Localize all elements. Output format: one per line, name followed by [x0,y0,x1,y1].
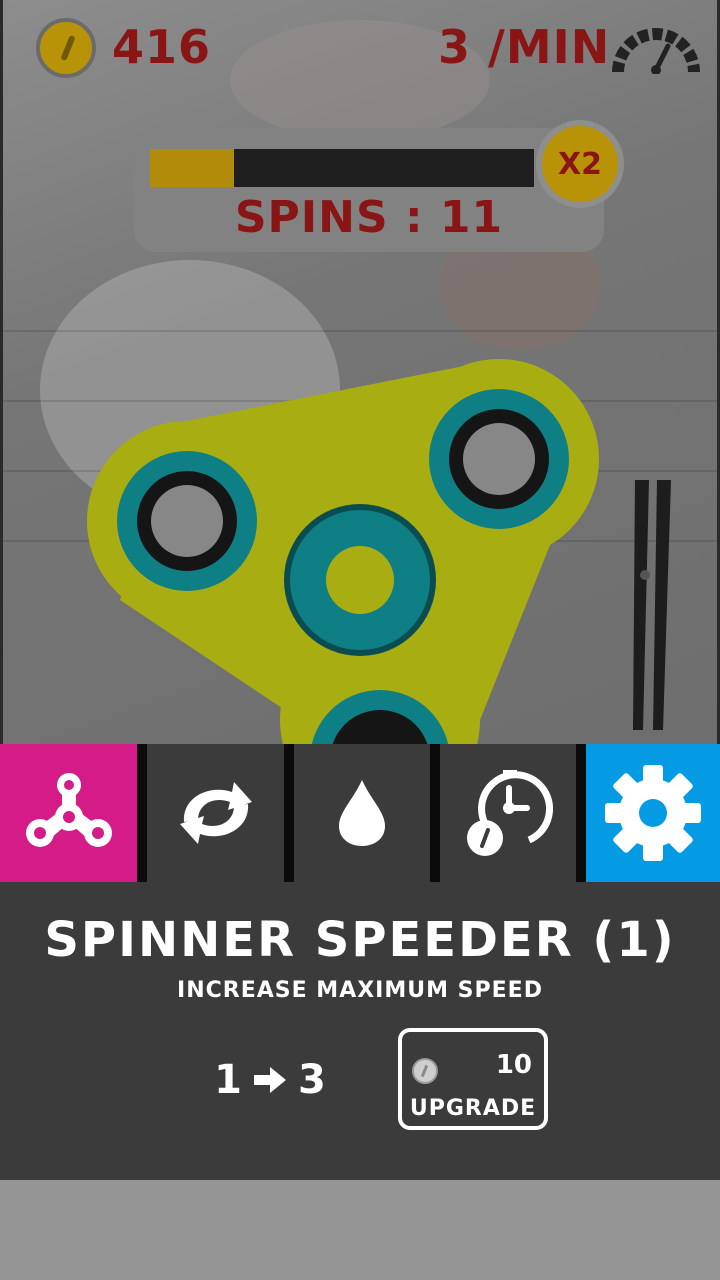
refresh-tab[interactable] [147,744,284,882]
upgrade-button[interactable]: 10 UPGRADE [398,1028,548,1130]
water-drop-icon [339,780,385,846]
coin-count: 416 [112,20,212,74]
spinner-tab[interactable] [0,744,137,882]
settings-tab[interactable] [586,744,720,882]
spins-counter: SPINS : 11 [234,192,504,243]
timer-tab[interactable] [440,744,576,882]
upgrade-description: INCREASE MAXIMUM SPEED [177,978,543,1003]
next-level: 3 [298,1057,326,1103]
fidget-spinner-icon [25,773,112,847]
coin-icon [36,18,96,78]
speedometer-icon [612,28,700,74]
current-level: 1 [214,1057,242,1103]
spinner-center [284,504,436,656]
timer-coin-icon [467,770,553,856]
refresh-icon [179,782,252,844]
upgrade-panel: SPINNER SPEEDER (1) INCREASE MAXIMUM SPE… [0,882,720,1180]
upgrade-tab-bar [0,744,720,882]
spin-rate: 3 /MIN [438,20,611,74]
upgrade-levels: 1 3 [200,1050,340,1110]
frame-edge [0,0,3,744]
arrow-right-icon [254,1067,286,1093]
spin-progress-fill [150,149,234,187]
multiplier-badge[interactable]: X2 [536,120,624,208]
gear-icon [605,765,701,861]
coin-icon [412,1058,438,1084]
drop-tab[interactable] [294,744,430,882]
upgrade-button-label: UPGRADE [409,1096,537,1121]
spinner-arm-right [429,389,569,529]
spin-progress-bar [150,149,534,187]
game-background [0,0,720,744]
upgrade-price: 10 [495,1050,532,1080]
fidget-spinner[interactable] [0,0,720,744]
spinner-arm-left [117,451,257,591]
upgrade-title: SPINNER SPEEDER (1) [44,912,676,968]
clip-decoration [633,480,671,730]
